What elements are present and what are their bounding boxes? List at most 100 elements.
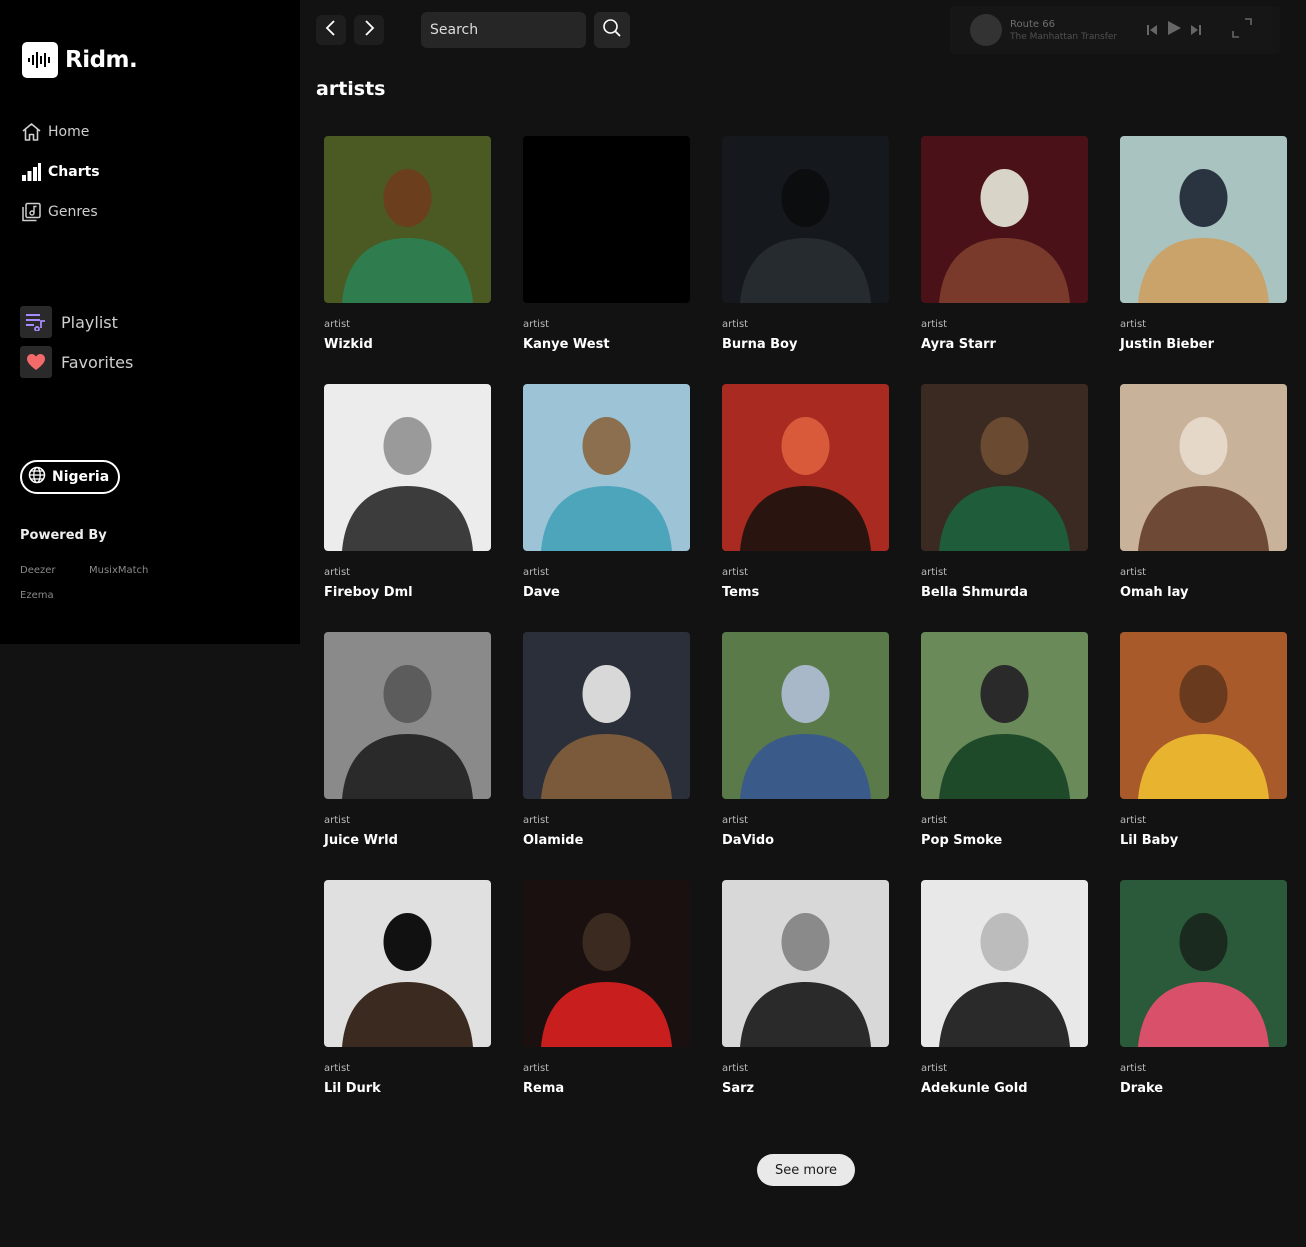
artist-photo [324, 136, 491, 303]
artist-photo [324, 384, 491, 551]
artist-photo [921, 632, 1088, 799]
artist-name: Kanye West [523, 337, 610, 352]
see-more-button[interactable]: See more [757, 1154, 855, 1186]
country-label: Nigeria [52, 469, 110, 485]
forward-button[interactable] [354, 15, 384, 45]
now-playing-info: Route 66 The Manhattan Transfer [1010, 18, 1140, 43]
artist-card[interactable]: artist Drake [1120, 880, 1287, 1128]
nav-item-home[interactable]: Home [21, 120, 100, 144]
artist-card[interactable]: artist Lil Durk [324, 880, 491, 1128]
nav-item-label: Home [48, 124, 90, 140]
artist-photo [523, 136, 690, 303]
artist-name: Dave [523, 585, 560, 600]
nav-item-charts[interactable]: Charts [21, 160, 100, 184]
artist-name: Adekunle Gold [921, 1081, 1028, 1096]
mini-player[interactable]: Route 66 The Manhattan Transfer [950, 6, 1280, 54]
artist-photo [1120, 136, 1287, 303]
library-item-label: Playlist [61, 312, 118, 332]
soundwave-icon [22, 42, 58, 78]
artist-name: Justin Bieber [1120, 337, 1214, 352]
artist-card[interactable]: artist Tems [722, 384, 889, 632]
artist-type-label: artist [1120, 319, 1147, 330]
artist-photo [523, 384, 690, 551]
artist-type-label: artist [722, 815, 749, 826]
charts-icon [21, 162, 42, 182]
powered-by-heading: Powered By [20, 528, 107, 543]
artist-card[interactable]: artist Burna Boy [722, 136, 889, 384]
skip-next-icon[interactable] [1190, 21, 1202, 40]
track-title: Route 66 [1010, 18, 1055, 30]
artist-card[interactable]: artist DaVido [722, 632, 889, 880]
search-box [421, 12, 586, 48]
artist-type-label: artist [523, 567, 550, 578]
page-title: artists [316, 78, 386, 100]
artist-name: Omah lay [1120, 585, 1189, 600]
library-item-playlist[interactable]: Playlist [20, 306, 133, 338]
artist-photo [921, 880, 1088, 1047]
artist-card[interactable]: artist Bella Shmurda [921, 384, 1088, 632]
artist-card[interactable]: artist Olamide [523, 632, 690, 880]
artist-card[interactable]: artist Rema [523, 880, 690, 1128]
artist-name: Lil Durk [324, 1081, 381, 1096]
artist-type-label: artist [523, 1063, 550, 1074]
app-logo[interactable]: Ridm. [22, 42, 138, 78]
artist-type-label: artist [523, 319, 550, 330]
artist-card[interactable]: artist Fireboy Dml [324, 384, 491, 632]
artist-type-label: artist [921, 815, 948, 826]
skip-previous-icon[interactable] [1146, 21, 1158, 40]
artist-card[interactable]: artist Sarz [722, 880, 889, 1128]
artist-card[interactable]: artist Ayra Starr [921, 136, 1088, 384]
player-controls [1146, 20, 1202, 40]
artist-name: Rema [523, 1081, 565, 1096]
nav-item-genres[interactable]: Genres [21, 200, 100, 224]
playlist-icon [20, 306, 52, 338]
artist-type-label: artist [324, 815, 351, 826]
back-button[interactable] [316, 15, 346, 45]
search-button[interactable] [594, 12, 630, 48]
genres-icon [21, 202, 42, 222]
country-selector[interactable]: Nigeria [20, 460, 121, 494]
artist-card[interactable]: artist Lil Baby [1120, 632, 1287, 880]
provider-link-musixmatch[interactable]: MusixMatch [89, 564, 169, 577]
artist-grid: artist Wizkid artist Kanye West artist Burn… [324, 136, 1287, 1128]
artist-card[interactable]: artist Kanye West [523, 136, 690, 384]
artist-photo [722, 384, 889, 551]
artist-type-label: artist [523, 815, 550, 826]
artist-card[interactable]: artist Omah lay [1120, 384, 1287, 632]
expand-icon[interactable] [1232, 18, 1252, 42]
artist-photo [523, 632, 690, 799]
artist-type-label: artist [324, 1063, 351, 1074]
artist-name: Burna Boy [722, 337, 798, 352]
heart-icon [20, 346, 52, 378]
artist-name: Pop Smoke [921, 833, 1003, 848]
artist-card[interactable]: artist Pop Smoke [921, 632, 1088, 880]
search-icon [602, 18, 622, 42]
library-item-favorites[interactable]: Favorites [20, 346, 133, 378]
artist-card[interactable]: artist Juice Wrld [324, 632, 491, 880]
provider-link-deezer[interactable]: Deezer [20, 564, 89, 577]
globe-icon [28, 466, 46, 488]
album-art [970, 14, 1002, 46]
artist-name: Sarz [722, 1081, 755, 1096]
artist-name: Ayra Starr [921, 337, 996, 352]
artist-card[interactable]: artist Justin Bieber [1120, 136, 1287, 384]
play-icon[interactable] [1166, 20, 1182, 40]
artist-card[interactable]: artist Wizkid [324, 136, 491, 384]
provider-link-ezema[interactable]: Ezema [20, 589, 89, 602]
artist-card[interactable]: artist Adekunle Gold [921, 880, 1088, 1128]
artist-name: Olamide [523, 833, 584, 848]
search-input[interactable] [430, 22, 580, 38]
sidebar: Ridm. Home Charts Genres Playlist Favori… [0, 0, 300, 644]
top-bar [316, 12, 630, 48]
nav-item-label: Genres [48, 204, 98, 220]
artist-name: Drake [1120, 1081, 1164, 1096]
artist-type-label: artist [1120, 815, 1147, 826]
chevron-left-icon [325, 20, 337, 40]
artist-photo [324, 632, 491, 799]
artist-type-label: artist [1120, 1063, 1147, 1074]
artist-name: DaVido [722, 833, 775, 848]
artist-name: Juice Wrld [324, 833, 398, 848]
artist-type-label: artist [921, 567, 948, 578]
provider-list: Deezer MusixMatch Ezema [20, 564, 220, 602]
artist-card[interactable]: artist Dave [523, 384, 690, 632]
